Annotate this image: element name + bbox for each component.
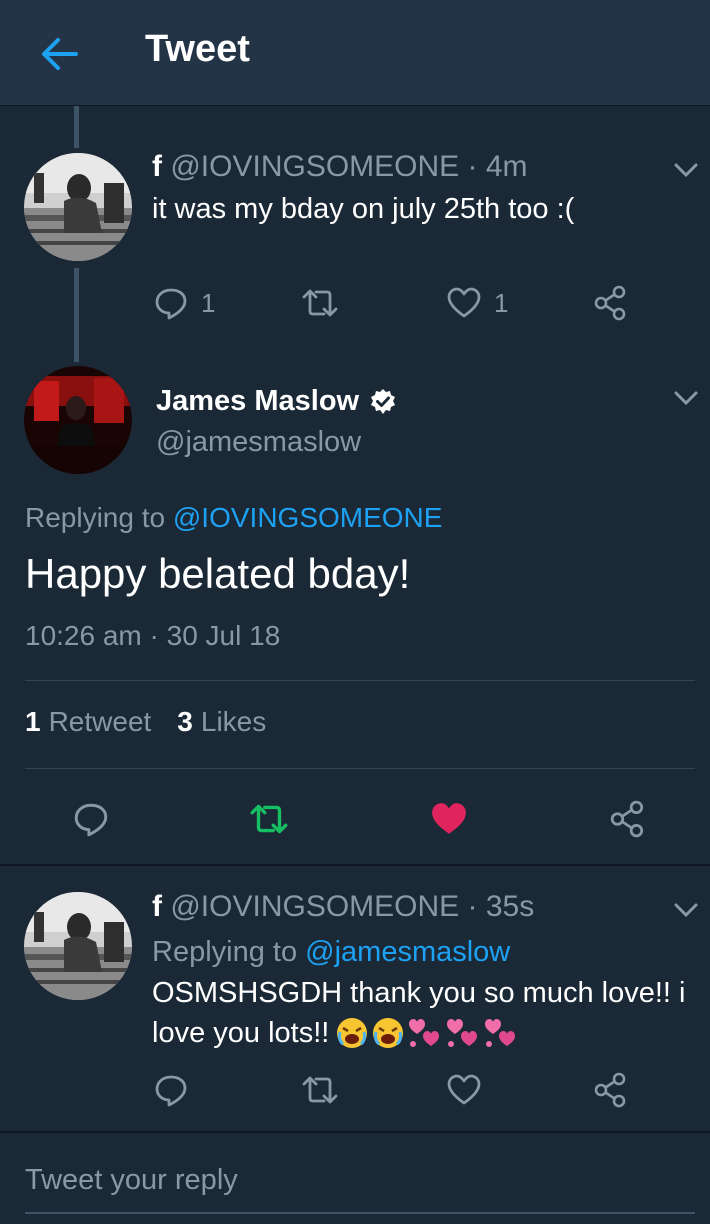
chevron-down-icon[interactable] bbox=[672, 388, 700, 408]
display-name[interactable]: f bbox=[152, 890, 162, 923]
share-icon bbox=[594, 1072, 626, 1108]
replying-prefix: Replying to bbox=[152, 936, 298, 968]
reply-count: 1 bbox=[201, 287, 216, 318]
hearts-icon bbox=[409, 1019, 440, 1047]
display-name[interactable]: James Maslow bbox=[156, 385, 359, 418]
chevron-down-icon[interactable] bbox=[672, 160, 700, 180]
tweet-text: it was my bday on july 25th too :( bbox=[152, 193, 575, 225]
replying-to-link[interactable]: @jamesmaslow bbox=[305, 936, 510, 968]
hearts-icon bbox=[485, 1019, 516, 1047]
replying-to-link[interactable]: @IOVINGSOMEONE bbox=[173, 502, 443, 533]
avatar[interactable] bbox=[24, 153, 132, 261]
tweet-stats: 1 Retweet 3 Likes bbox=[25, 706, 266, 738]
top-bar: Tweet bbox=[0, 0, 710, 106]
reply-button[interactable]: 1 bbox=[153, 283, 215, 323]
reply-icon bbox=[74, 803, 108, 837]
share-button[interactable] bbox=[609, 799, 647, 839]
reply-icon bbox=[155, 1075, 187, 1107]
retweet-icon bbox=[302, 1076, 338, 1104]
handle-time: @IOVINGSOMEONE · 4m bbox=[170, 150, 528, 183]
author-handle[interactable]: @jamesmaslow bbox=[156, 426, 361, 459]
retweet-stat[interactable]: 1 Retweet bbox=[25, 706, 151, 738]
tweet-header: f @IOVINGSOMEONE · 4m bbox=[152, 150, 528, 184]
replying-prefix: Replying to bbox=[25, 502, 166, 533]
retweet-icon bbox=[250, 804, 288, 834]
thread-line bbox=[74, 106, 79, 148]
retweet-button[interactable] bbox=[300, 283, 340, 323]
share-button[interactable] bbox=[593, 1070, 629, 1110]
like-button[interactable] bbox=[446, 1070, 482, 1110]
tweet-text-line: love you lots!! bbox=[152, 1013, 692, 1053]
reply-icon bbox=[155, 288, 187, 320]
like-count: 1 bbox=[494, 287, 509, 318]
divider bbox=[25, 768, 695, 769]
crying-face-icon bbox=[373, 1018, 404, 1048]
replying-to: Replying to @IOVINGSOMEONE bbox=[25, 502, 442, 534]
like-icon bbox=[432, 803, 466, 834]
retweet-button[interactable] bbox=[248, 799, 290, 839]
reply-button[interactable] bbox=[153, 1070, 189, 1110]
emoji-group bbox=[335, 1016, 519, 1050]
chevron-down-icon[interactable] bbox=[672, 900, 700, 920]
like-icon bbox=[447, 1074, 481, 1105]
share-icon bbox=[610, 800, 644, 838]
crying-face-icon bbox=[337, 1018, 368, 1048]
share-icon bbox=[594, 285, 626, 321]
avatar[interactable] bbox=[24, 892, 132, 1000]
like-button[interactable] bbox=[430, 799, 468, 839]
likes-stat[interactable]: 3 Likes bbox=[177, 706, 266, 738]
tweet-header: f @IOVINGSOMEONE · 35s bbox=[152, 890, 534, 924]
share-button[interactable] bbox=[593, 283, 629, 323]
author-name-row: James Maslow bbox=[156, 385, 397, 418]
display-name[interactable]: f bbox=[152, 150, 162, 183]
handle-time: @IOVINGSOMEONE · 35s bbox=[170, 890, 535, 923]
page-title: Tweet bbox=[145, 28, 250, 70]
replying-to: Replying to @jamesmaslow bbox=[152, 936, 510, 969]
retweet-icon bbox=[302, 289, 338, 317]
reply-input-underline bbox=[25, 1212, 695, 1214]
thread-line bbox=[74, 268, 79, 362]
like-icon bbox=[447, 287, 481, 318]
tweet-text-line: OSMSHSGDH thank you so much love!! i bbox=[152, 977, 686, 1009]
timestamp[interactable]: 10:26 am · 30 Jul 18 bbox=[25, 620, 280, 652]
tweet-text: Happy belated bday! bbox=[25, 550, 411, 597]
reply-button[interactable] bbox=[72, 799, 110, 839]
separator bbox=[0, 864, 710, 866]
retweet-button[interactable] bbox=[300, 1070, 340, 1110]
avatar[interactable] bbox=[24, 366, 132, 474]
reply-input[interactable] bbox=[25, 1160, 685, 1200]
back-arrow-icon[interactable] bbox=[36, 30, 84, 78]
like-button[interactable]: 1 bbox=[446, 283, 508, 323]
divider bbox=[25, 680, 695, 681]
tweet-text: OSMSHSGDH thank you so much love!! i lov… bbox=[152, 973, 692, 1053]
verified-icon bbox=[371, 388, 396, 414]
hearts-icon bbox=[447, 1019, 478, 1047]
